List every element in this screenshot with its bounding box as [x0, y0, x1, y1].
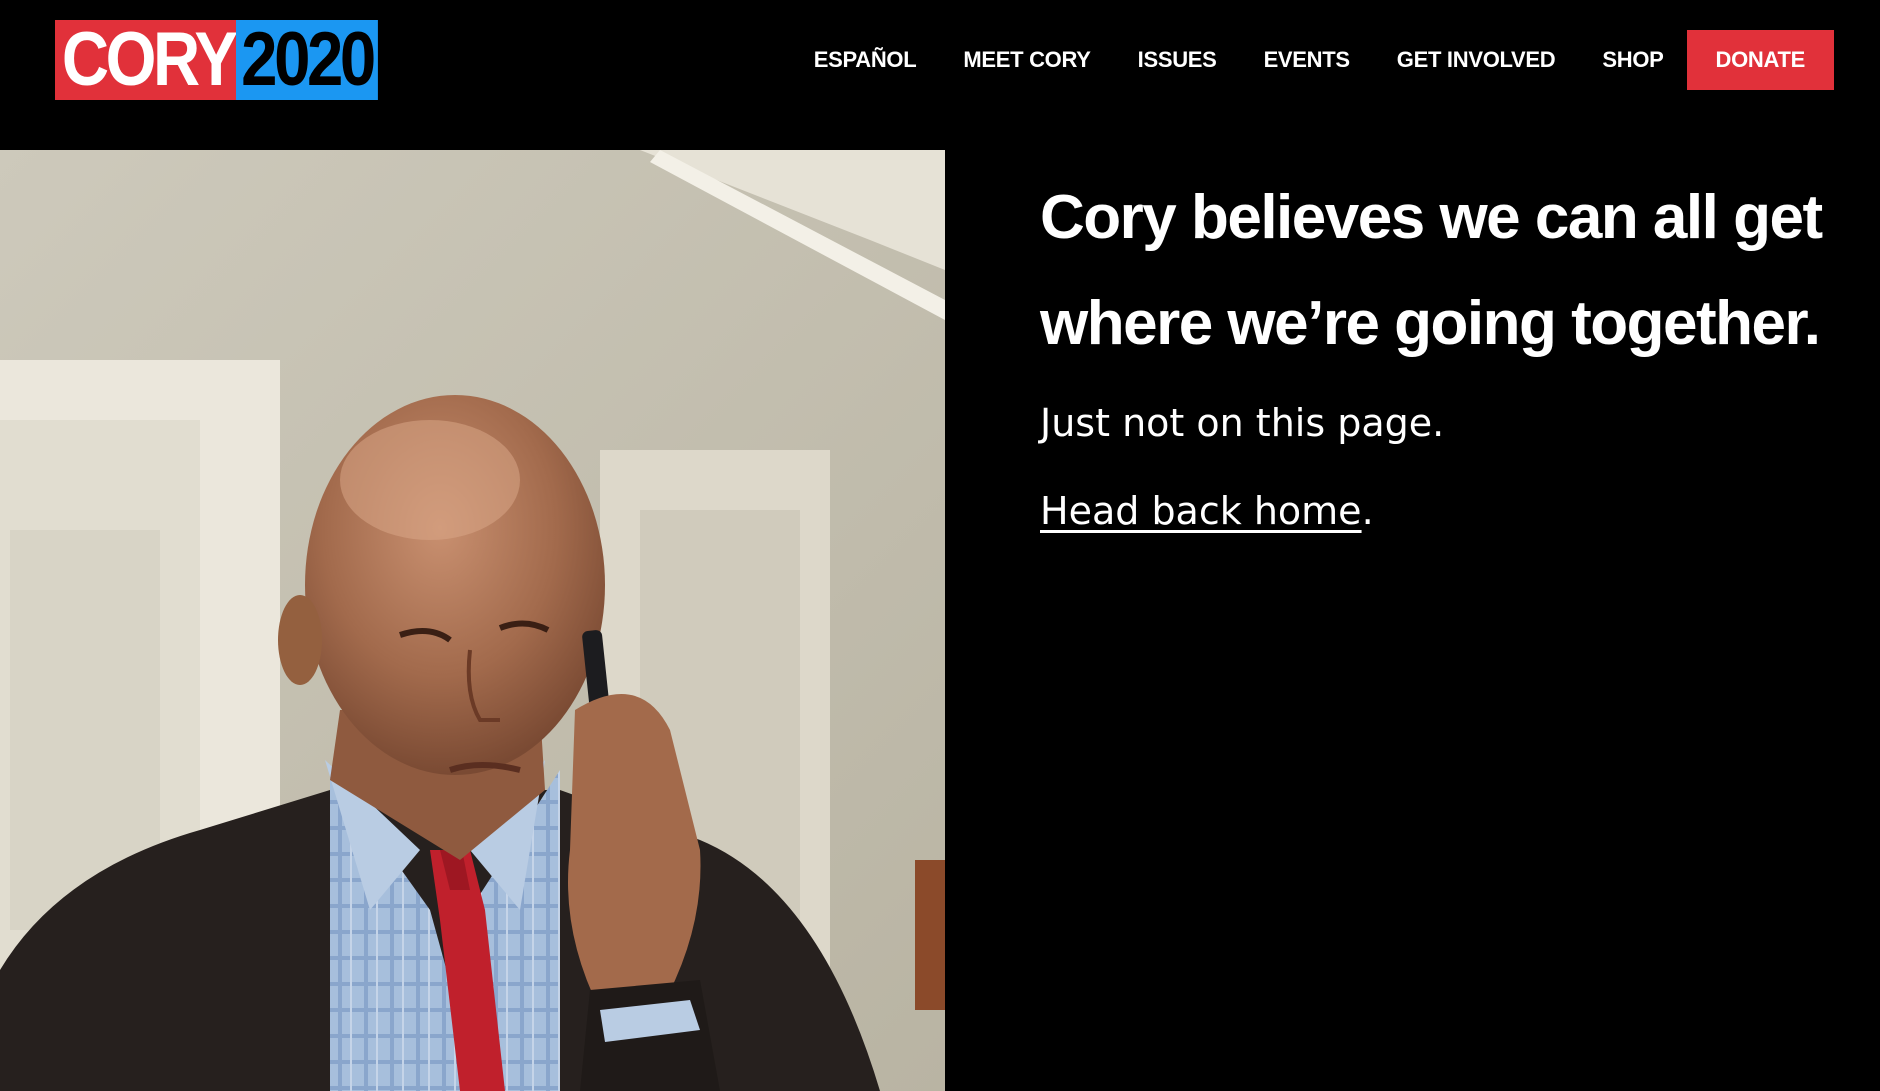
- not-found-subtext: Just not on this page.: [1040, 401, 1445, 445]
- head-back-home-link[interactable]: Head back home: [1040, 489, 1362, 533]
- cory-2020-logo[interactable]: CORY 2020: [55, 20, 401, 100]
- logo-cory-text: CORY: [55, 20, 240, 100]
- page-headline: Cory believes we can all get where we’re…: [1040, 183, 1823, 358]
- main-nav: ESPAÑOL MEET CORY ISSUES EVENTS GET INVO…: [814, 30, 1834, 90]
- home-link-line: Head back home.: [1040, 489, 1840, 535]
- site-header: CORY 2020 ESPAÑOL MEET CORY ISSUES EVENT…: [0, 0, 1880, 150]
- photo-man-on-phone: [0, 150, 945, 1091]
- nav-meet-cory[interactable]: MEET CORY: [963, 47, 1091, 73]
- nav-issues[interactable]: ISSUES: [1138, 47, 1217, 73]
- nav-get-involved[interactable]: GET INVOLVED: [1397, 47, 1556, 73]
- nav-events[interactable]: EVENTS: [1264, 47, 1351, 73]
- nav-shop[interactable]: SHOP: [1602, 47, 1663, 73]
- logo-year-text: 2020: [235, 20, 378, 100]
- nav-espanol[interactable]: ESPAÑOL: [814, 47, 917, 73]
- home-link-period: .: [1361, 488, 1374, 533]
- error-message-section: Cory believes we can all get where we’re…: [1040, 165, 1840, 534]
- donate-button[interactable]: DONATE: [1686, 30, 1834, 90]
